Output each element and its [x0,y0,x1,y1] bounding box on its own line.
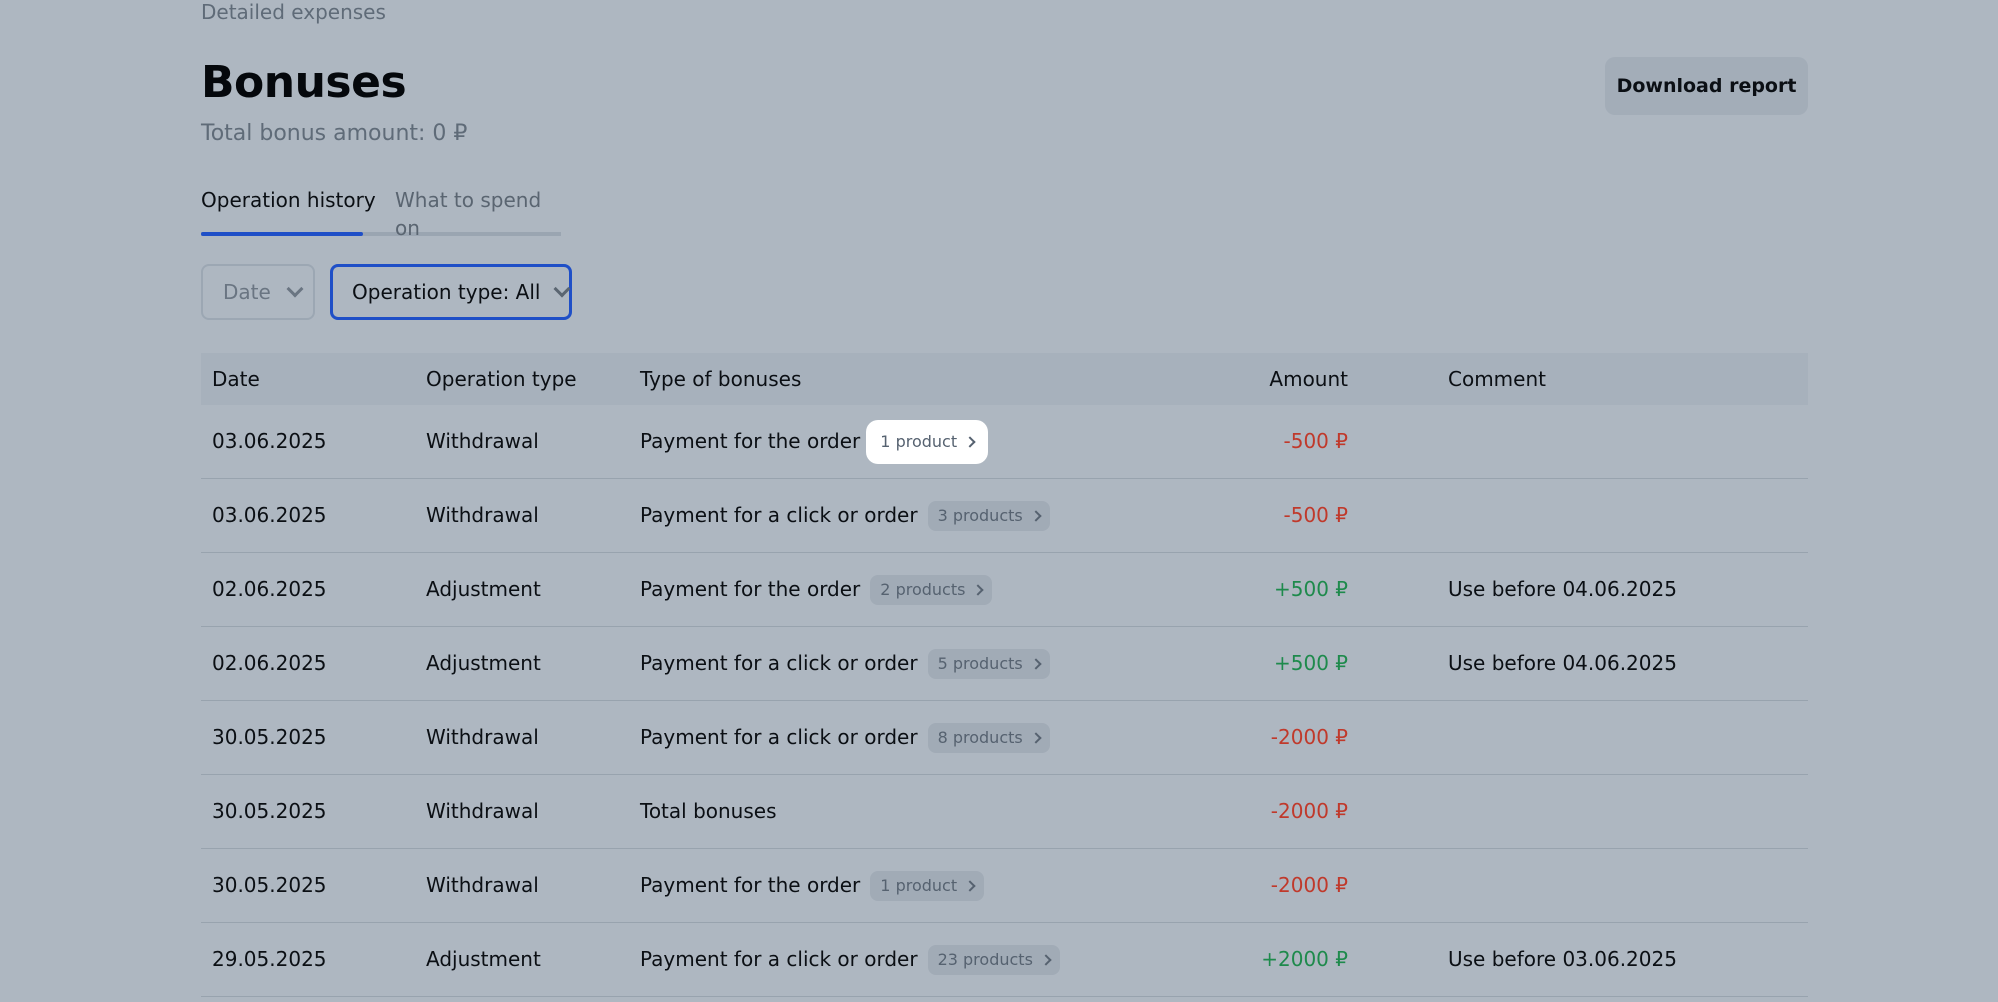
row-operation-type: Withdrawal [426,725,539,749]
row-comment: Use before 04.06.2025 [1448,651,1677,675]
active-tab-indicator [201,232,363,236]
chevron-right-icon [964,435,976,448]
row-type-of-bonuses: Total bonuses [640,775,777,848]
date-filter-label: Date [223,280,271,304]
chevron-right-icon [972,583,985,596]
operations-table: Date Operation type Type of bonuses Amou… [201,353,1808,997]
row-amount: -2000 ₽ [1270,725,1348,749]
table-row: 29.05.2025 Adjustment Payment for a click … [201,923,1808,997]
row-type-label: Payment for the order [640,577,861,601]
header-amount: Amount [1269,367,1348,391]
row-type-of-bonuses: Payment for the order 1 product [640,405,989,478]
products-chip[interactable]: 23 products [927,944,1060,975]
products-chip-label: 1 product [880,875,958,895]
row-operation-type: Withdrawal [426,873,539,897]
row-type-label: Payment for the order [640,873,861,897]
row-amount: -2000 ₽ [1270,873,1348,897]
date-filter[interactable]: Date [201,264,315,320]
tab-operation-history[interactable]: Operation history [201,186,376,214]
row-date: 29.05.2025 [212,947,327,971]
row-comment: Use before 03.06.2025 [1448,947,1677,971]
row-amount: +500 ₽ [1273,577,1348,601]
products-chip-label: 2 products [880,579,966,599]
table-row: 30.05.2025 Withdrawal Total bonuses -2000 ₽ [201,775,1808,849]
products-chip[interactable]: 8 products [927,722,1050,753]
operation-type-filter-label: Operation type: All [352,280,541,304]
table-header: Date Operation type Type of bonuses Amou… [201,353,1808,405]
row-amount: -500 ₽ [1283,429,1348,453]
row-amount: -500 ₽ [1283,503,1348,527]
row-type-of-bonuses: Payment for a click or order 23 products [640,923,1060,996]
row-operation-type: Withdrawal [426,503,539,527]
row-date: 02.06.2025 [212,651,327,675]
table-row: 03.06.2025 Withdrawal Payment for the orde… [201,405,1808,479]
chevron-down-icon [553,280,571,298]
page: Detailed expenses Bonuses Total bonus am… [0,0,1998,1002]
products-chip[interactable]: 1 product [866,419,989,464]
products-chip-label: 23 products [937,949,1033,969]
row-type-label: Payment for a click or order [640,503,918,527]
row-amount: -2000 ₽ [1270,799,1348,823]
products-chip-label: 8 products [937,727,1023,747]
row-date: 30.05.2025 [212,725,327,749]
table-row: 02.06.2025 Adjustment Payment for the orde… [201,553,1808,627]
products-chip[interactable]: 1 product [870,870,985,901]
breadcrumb[interactable]: Detailed expenses [201,0,386,24]
header-date: Date [212,367,260,391]
row-amount: +2000 ₽ [1261,947,1348,971]
products-chip-label: 1 product [880,431,958,451]
tabs: Operation history What to spend on [201,186,561,240]
header-comment: Comment [1448,367,1546,391]
row-operation-type: Withdrawal [426,429,539,453]
products-chip-label: 3 products [937,505,1023,525]
row-operation-type: Adjustment [426,577,541,601]
chevron-right-icon [1040,953,1052,966]
chevron-right-icon [1030,657,1042,670]
page-title: Bonuses [201,57,407,108]
row-amount: +500 ₽ [1273,651,1348,675]
row-date: 30.05.2025 [212,873,327,897]
row-type-of-bonuses: Payment for the order 2 products [640,553,993,626]
row-type-label: Payment for the order [640,429,861,453]
total-bonus-amount: Total bonus amount: 0 ₽ [201,121,468,146]
products-chip[interactable]: 5 products [927,648,1050,679]
row-type-label: Payment for a click or order [640,725,918,749]
operation-type-filter[interactable]: Operation type: All [330,264,572,320]
chevron-down-icon [286,280,304,298]
header-operation-type: Operation type [426,367,577,391]
row-type-label: Payment for a click or order [640,651,918,675]
row-type-of-bonuses: Payment for a click or order 5 products [640,627,1050,700]
row-comment: Use before 04.06.2025 [1448,577,1677,601]
tab-what-to-spend-on[interactable]: What to spend on [395,186,561,242]
row-operation-type: Withdrawal [426,799,539,823]
row-operation-type: Adjustment [426,947,541,971]
row-date: 03.06.2025 [212,503,327,527]
products-chip[interactable]: 2 products [870,574,993,605]
row-type-label: Payment for a click or order [640,947,918,971]
row-date: 02.06.2025 [212,577,327,601]
table-row: 03.06.2025 Withdrawal Payment for a click … [201,479,1808,553]
table-row: 02.06.2025 Adjustment Payment for a click … [201,627,1808,701]
chevron-right-icon [1030,509,1042,522]
products-chip[interactable]: 3 products [927,500,1050,531]
row-type-label: Total bonuses [640,799,777,823]
table-row: 30.05.2025 Withdrawal Payment for a click … [201,701,1808,775]
download-report-button[interactable]: Download report [1605,57,1808,115]
header-type-of-bonuses: Type of bonuses [640,367,802,391]
row-operation-type: Adjustment [426,651,541,675]
row-type-of-bonuses: Payment for a click or order 3 products [640,479,1050,552]
products-chip-label: 5 products [937,653,1023,673]
table-body: 03.06.2025 Withdrawal Payment for the orde… [201,405,1808,997]
table-row: 30.05.2025 Withdrawal Payment for the orde… [201,849,1808,923]
chevron-right-icon [964,879,976,892]
row-type-of-bonuses: Payment for a click or order 8 products [640,701,1050,774]
row-date: 03.06.2025 [212,429,327,453]
chevron-right-icon [1030,731,1042,744]
row-date: 30.05.2025 [212,799,327,823]
row-type-of-bonuses: Payment for the order 1 product [640,849,985,922]
